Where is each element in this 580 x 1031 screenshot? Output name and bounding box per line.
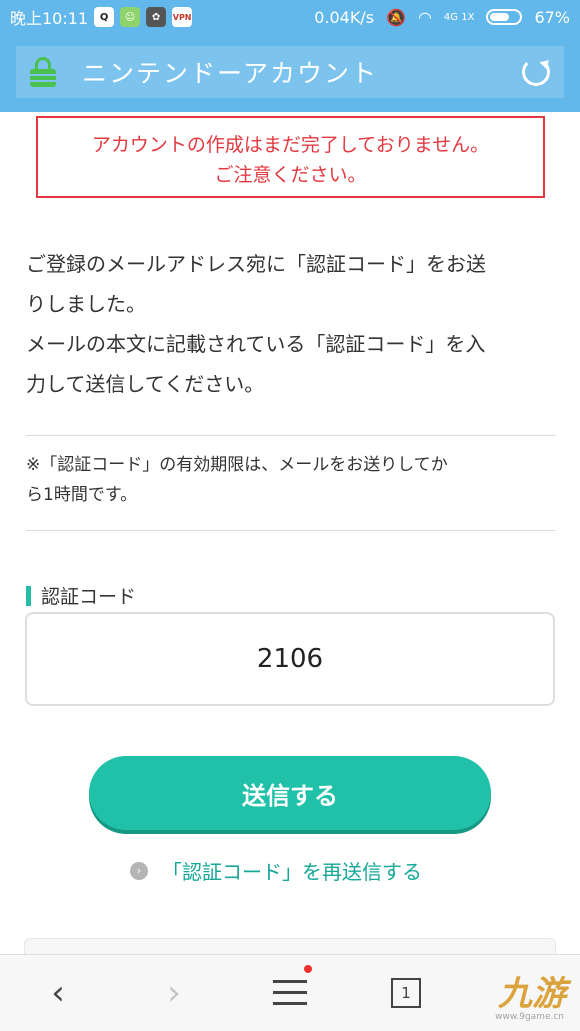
warning-line-1: アカウントの作成はまだ完了しておりません。 [91, 134, 490, 156]
battery-percent: 67% [534, 7, 570, 27]
main-content: アカウントの作成はまだ完了しておりません。 ご注意ください。 ご登録のメールアド… [0, 112, 580, 958]
forward-icon: › [167, 973, 181, 1013]
status-right: 0.04K/s 🔕 ◠ 4G 1X 67% [314, 8, 570, 27]
back-button[interactable]: ‹ [0, 955, 116, 1031]
chevron-right-icon: › [130, 861, 148, 880]
refresh-icon[interactable] [522, 58, 550, 86]
network-speed: 0.04K/s [314, 7, 375, 27]
resend-code-link[interactable]: › 「認証コード」を再送信する [130, 856, 422, 885]
tabs-button[interactable]: 1 [348, 955, 464, 1031]
wechat-icon: ☺ [120, 7, 141, 27]
page-title: ニンテンドーアカウント [82, 59, 379, 88]
intro-line-3: メールの本文に記載されている「認証コード」を入 [26, 332, 486, 356]
warning-line-2: ご注意ください。 [214, 164, 367, 186]
status-bar: 晚上10:11 Q ☺ ✿ VPN 0.04K/s 🔕 ◠ 4G 1X 67% [0, 0, 580, 34]
submit-button[interactable]: 送信する [89, 756, 491, 830]
watermark-text: 九游 [498, 974, 566, 1014]
lock-icon [30, 57, 56, 87]
notification-dot [304, 964, 312, 973]
menu-icon [273, 980, 307, 1006]
back-icon: ‹ [51, 973, 65, 1013]
watermark-sub: www.9game.cn [495, 1012, 564, 1022]
game-icon: ✿ [146, 7, 167, 27]
vpn-icon: VPN [172, 7, 193, 27]
intro-text: ご登録のメールアドレス宛に「認証コード」をお送 りしました。 メールの本文に記載… [26, 244, 556, 404]
verification-code-input[interactable] [25, 612, 555, 706]
divider-top [26, 435, 556, 436]
header-card: ニンテンドーアカウント [16, 46, 564, 98]
app-header: ニンテンドーアカウント [0, 34, 580, 112]
label-accent-bar [26, 585, 31, 606]
divider-bottom [26, 530, 556, 531]
status-time: 晚上10:11 [10, 9, 89, 28]
watermark-logo: 九游 www.9game.cn [464, 958, 574, 1026]
note-line-1: ※「認証コード」の有効期限は、メールをお送りしてか [26, 455, 448, 475]
forward-button[interactable]: › [116, 955, 232, 1031]
battery-icon [486, 9, 523, 25]
qq-icon: Q [94, 7, 115, 27]
warning-box: アカウントの作成はまだ完了しておりません。 ご注意ください。 [36, 116, 545, 198]
code-field-label: 認証コード [26, 582, 136, 609]
status-left: 晚上10:11 Q ☺ ✿ VPN [10, 5, 193, 29]
intro-line-2: りしました。 [26, 292, 146, 316]
note-line-2: ら1時間です。 [26, 485, 138, 505]
menu-button[interactable] [232, 955, 348, 1031]
intro-line-1: ご登録のメールアドレス宛に「認証コード」をお送 [26, 252, 486, 276]
expiry-note: ※「認証コード」の有効期限は、メールをお送りしてか ら1時間です。 [26, 450, 556, 510]
signal-icon: 4G 1X [443, 11, 475, 23]
tab-count: 1 [391, 978, 421, 1008]
intro-line-4: 力して送信してください。 [26, 372, 265, 396]
mute-icon: 🔕 [386, 7, 406, 27]
code-label-text: 認証コード [41, 586, 137, 608]
wifi-icon: ◠ [417, 7, 432, 27]
resend-label[interactable]: 「認証コード」を再送信する [162, 856, 422, 885]
battery-fill [490, 13, 510, 21]
